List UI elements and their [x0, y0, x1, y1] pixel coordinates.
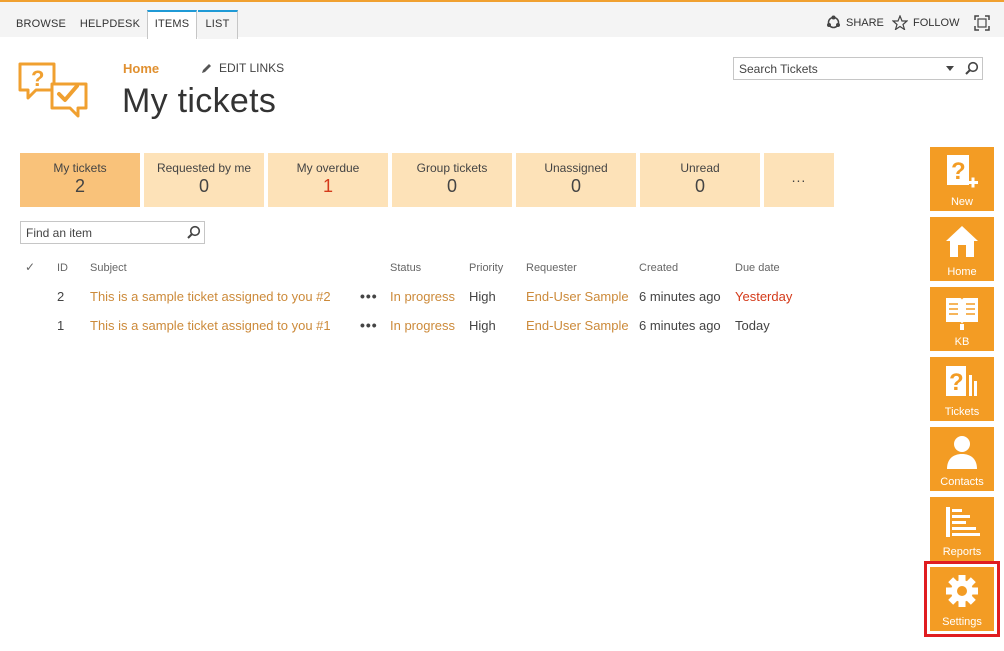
tab-browse[interactable]: BROWSE — [10, 10, 72, 39]
nav-contacts-button[interactable]: Contacts — [930, 427, 994, 491]
tile-label: Requested by me — [156, 161, 252, 175]
column-header-priority[interactable]: Priority — [469, 262, 503, 274]
reports-icon — [946, 507, 980, 537]
nav-kb-button[interactable]: KB — [930, 287, 994, 351]
item-menu-ellipsis[interactable]: ••• — [360, 288, 378, 304]
tile-count: 2 — [74, 176, 85, 196]
follow-button[interactable]: FOLLOW — [892, 15, 959, 30]
tab-helpdesk[interactable]: HELPDESK — [76, 10, 144, 39]
nav-label: New — [950, 196, 973, 208]
ticket-priority: High — [469, 289, 496, 304]
nav-settings-button[interactable]: Settings — [924, 561, 1000, 637]
tile-label: Unassigned — [544, 161, 608, 175]
tile-unassigned[interactable]: Unassigned 0 — [516, 153, 636, 207]
ticket-requester-link[interactable]: End-User Sample — [526, 318, 629, 333]
ticket-created: 6 minutes ago — [639, 318, 721, 333]
home-icon — [946, 226, 978, 257]
svg-text:?: ? — [31, 66, 44, 91]
find-item-box — [20, 221, 205, 244]
tile-label: Unread — [680, 161, 720, 175]
tile-label: My overdue — [296, 161, 360, 175]
column-header-due-date[interactable]: Due date — [735, 262, 780, 274]
nav-label: Settings — [942, 616, 982, 628]
edit-links-label: EDIT LINKS — [219, 61, 285, 75]
nav-label: Home — [947, 266, 977, 278]
search-icon[interactable] — [186, 225, 201, 240]
ticket-created: 6 minutes ago — [639, 289, 721, 304]
tile-my-overdue[interactable]: My overdue 1 — [268, 153, 388, 207]
pencil-icon — [202, 64, 211, 73]
tile-count: 0 — [446, 176, 457, 196]
book-icon — [946, 298, 978, 330]
page-title: My tickets — [122, 82, 277, 120]
column-header-subject[interactable]: Subject — [90, 262, 127, 274]
svg-text:?: ? — [949, 369, 964, 396]
follow-label: FOLLOW — [913, 16, 960, 29]
tile-count: 0 — [570, 176, 581, 196]
ticket-id: 2 — [57, 289, 65, 304]
nav-label: Contacts — [940, 476, 984, 488]
ticket-due-date: Today — [735, 318, 770, 333]
tile-label: Group tickets — [416, 161, 488, 175]
tab-list[interactable]: LIST — [198, 10, 238, 39]
nav-tickets-button[interactable]: ? Tickets — [930, 357, 994, 421]
tab-items[interactable]: ITEMS — [147, 10, 197, 39]
tile-count: 0 — [198, 176, 209, 196]
ticket-subject-link[interactable]: This is a sample ticket assigned to you … — [90, 289, 331, 304]
breadcrumb-home-link[interactable]: Home — [123, 61, 159, 76]
nav-home-button[interactable]: Home — [930, 217, 994, 281]
ribbon: BROWSE HELPDESK ITEMS LIST SHARE FOLLOW — [0, 0, 1004, 39]
column-header-created[interactable]: Created — [639, 262, 678, 274]
ticket-status[interactable]: In progress — [390, 318, 455, 333]
tile-my-tickets[interactable]: My tickets 2 — [20, 153, 140, 207]
nav-new-button[interactable]: ? New — [930, 147, 994, 211]
ticket-subject-link[interactable]: This is a sample ticket assigned to you … — [90, 318, 331, 333]
tile-label: My tickets — [53, 161, 107, 175]
focus-on-content-icon[interactable] — [974, 15, 990, 31]
tile-more-views[interactable]: ... — [764, 153, 834, 207]
new-ticket-icon: ? — [947, 155, 978, 188]
column-header-requester[interactable]: Requester — [526, 262, 577, 274]
nav-label: KB — [954, 336, 970, 348]
tile-label: ... — [791, 169, 807, 185]
share-icon — [827, 15, 840, 29]
tile-group-tickets[interactable]: Group tickets 0 — [392, 153, 512, 207]
ticket-requester-link[interactable]: End-User Sample — [526, 289, 629, 304]
star-icon — [892, 15, 908, 30]
column-header-id[interactable]: ID — [57, 262, 68, 274]
helpdesk-logo-icon: ? — [18, 62, 88, 118]
column-header-status[interactable]: Status — [390, 262, 421, 274]
nav-label: Tickets — [944, 406, 980, 418]
search-icon[interactable] — [964, 61, 979, 76]
ticket-id: 1 — [57, 318, 65, 333]
share-label: SHARE — [846, 16, 884, 29]
nav-reports-button[interactable]: Reports — [930, 497, 994, 561]
contact-icon — [947, 436, 977, 469]
tile-requested-by-me[interactable]: Requested by me 0 — [144, 153, 264, 207]
select-all-checkmark[interactable]: ✓ — [25, 260, 35, 274]
gear-icon — [946, 575, 978, 607]
ticket-priority: High — [469, 318, 496, 333]
item-menu-ellipsis[interactable]: ••• — [360, 317, 378, 333]
ticket-status[interactable]: In progress — [390, 289, 455, 304]
nav-label: Reports — [942, 546, 982, 558]
svg-text:?: ? — [951, 158, 966, 185]
search-input[interactable] — [734, 58, 939, 79]
tickets-icon: ? — [946, 366, 977, 396]
share-button[interactable]: SHARE — [826, 15, 884, 30]
edit-links-button[interactable]: EDIT LINKS — [201, 61, 284, 75]
tile-count: 0 — [694, 176, 705, 196]
tile-unread[interactable]: Unread 0 — [640, 153, 760, 207]
tile-count: 1 — [322, 176, 333, 196]
view-tiles: My tickets 2 Requested by me 0 My overdu… — [20, 153, 834, 207]
chevron-down-icon[interactable] — [944, 62, 956, 74]
find-item-input[interactable] — [21, 222, 181, 243]
ticket-due-date: Yesterday — [735, 289, 793, 304]
search-box — [733, 57, 983, 80]
